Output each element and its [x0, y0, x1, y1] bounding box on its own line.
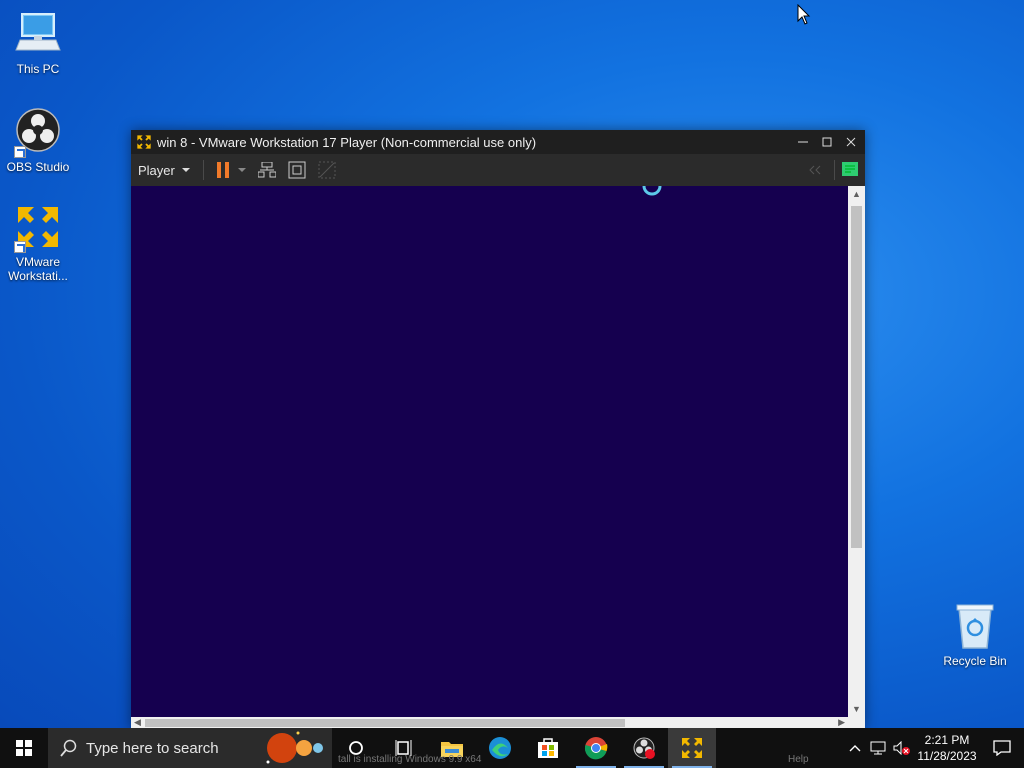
toolbar-separator: [834, 160, 835, 180]
minimize-icon: [798, 141, 808, 143]
message-log-button[interactable]: [839, 159, 861, 181]
desktop-icon-label: This PC: [16, 62, 60, 76]
message-icon: [842, 162, 858, 176]
vertical-scrollbar-thumb[interactable]: [851, 206, 862, 548]
obs-recording-icon: [633, 737, 655, 759]
chevron-down-icon: [237, 168, 246, 172]
search-icon: [60, 739, 77, 757]
taskbar-vmware-player[interactable]: [668, 728, 716, 768]
window-titlebar[interactable]: win 8 - VMware Workstation 17 Player (No…: [131, 130, 865, 154]
network-icon: [870, 741, 886, 755]
unity-button[interactable]: [316, 159, 338, 181]
full-screen-button[interactable]: [286, 159, 308, 181]
desktop-icon-label: VMware Workstati...: [8, 255, 68, 283]
loading-spinner-icon: [642, 185, 662, 196]
windows-logo-icon: [16, 740, 32, 756]
taskbar-chrome[interactable]: [572, 728, 620, 768]
pause-dropdown-button[interactable]: [236, 159, 248, 181]
window-title: win 8 - VMware Workstation 17 Player (No…: [157, 134, 537, 150]
desktop-icon-label: Recycle Bin: [943, 654, 1007, 668]
fullscreen-icon: [288, 161, 306, 179]
taskbar: Type here to search tall is installing W…: [0, 728, 1024, 768]
unity-icon: [318, 161, 336, 179]
taskbar-edge[interactable]: [476, 728, 524, 768]
double-chevron-left-icon: [809, 165, 821, 175]
edge-browser-icon: [489, 737, 511, 759]
show-hidden-icons-button[interactable]: [844, 728, 866, 768]
player-toolbar: Player: [131, 154, 865, 187]
taskbar-obs-studio[interactable]: [620, 728, 668, 768]
scroll-up-icon[interactable]: ▲: [852, 189, 861, 199]
collapse-toolbar-button[interactable]: [804, 159, 826, 181]
clock-time: 2:21 PM: [924, 733, 970, 747]
shortcut-arrow-icon: [14, 241, 26, 253]
scroll-right-icon[interactable]: ▶: [838, 717, 845, 728]
vmware-player-window[interactable]: win 8 - VMware Workstation 17 Player (No…: [131, 130, 865, 729]
desktop-icon-label: OBS Studio: [6, 160, 70, 174]
start-button[interactable]: [0, 728, 48, 768]
desktop-icon-recycle-bin[interactable]: Recycle Bin: [937, 602, 1013, 668]
close-icon: [846, 137, 856, 147]
notifications-button[interactable]: [980, 728, 1024, 768]
search-box[interactable]: Type here to search: [48, 728, 332, 768]
player-menu-label: Player: [138, 162, 175, 178]
computer-icon: [14, 10, 62, 58]
maximize-button[interactable]: [815, 130, 839, 154]
chrome-browser-icon: [584, 737, 608, 760]
notification-icon: [993, 740, 1011, 756]
pause-icon: [216, 162, 229, 178]
taskbar-clock[interactable]: 2:21 PM 11/28/2023: [914, 732, 980, 764]
maximize-icon: [822, 137, 832, 147]
clock-date: 11/28/2023: [917, 749, 977, 763]
player-menu-button[interactable]: Player: [138, 163, 193, 178]
vmware-icon: [682, 738, 702, 758]
desktop-icon-this-pc[interactable]: This PC: [0, 10, 76, 76]
vmware-icon: [14, 203, 62, 253]
chevron-down-icon: [181, 168, 190, 172]
obs-studio-icon: [14, 108, 62, 158]
chevron-up-icon: [849, 745, 861, 752]
shortcut-arrow-icon: [14, 146, 26, 158]
pause-button[interactable]: [212, 159, 234, 181]
vertical-scrollbar[interactable]: ▲ ▼: [848, 186, 865, 717]
volume-muted-icon: [893, 741, 910, 755]
network-tray-button[interactable]: [866, 728, 890, 768]
close-button[interactable]: [839, 130, 863, 154]
send-ctrl-alt-del-button[interactable]: [256, 159, 278, 181]
network-computers-icon: [257, 162, 276, 178]
guest-display[interactable]: [131, 185, 848, 717]
taskbar-ghost-help: Help: [788, 754, 809, 765]
desktop-icon-obs-studio[interactable]: OBS Studio: [0, 108, 76, 174]
minimize-button[interactable]: [791, 130, 815, 154]
system-tray: 2:21 PM 11/28/2023: [844, 728, 1024, 768]
taskbar-microsoft-store[interactable]: [524, 728, 572, 768]
store-icon: [538, 738, 558, 758]
toolbar-separator: [202, 160, 204, 180]
mouse-cursor-icon: [797, 4, 811, 25]
search-placeholder: Type here to search: [86, 739, 219, 757]
volume-tray-button[interactable]: [890, 728, 914, 768]
search-highlight-icon: [266, 731, 323, 764]
scroll-left-icon[interactable]: ◀: [134, 717, 141, 728]
desktop-icon-vmware-workstation[interactable]: VMware Workstati...: [0, 203, 76, 283]
horizontal-scrollbar-thumb[interactable]: [145, 719, 625, 727]
vmware-app-icon: [137, 135, 151, 149]
scroll-down-icon[interactable]: ▼: [852, 704, 861, 714]
recycle-bin-icon: [951, 602, 999, 650]
taskbar-ghost-text: tall is installing Windows 9.9 x64: [338, 754, 482, 765]
